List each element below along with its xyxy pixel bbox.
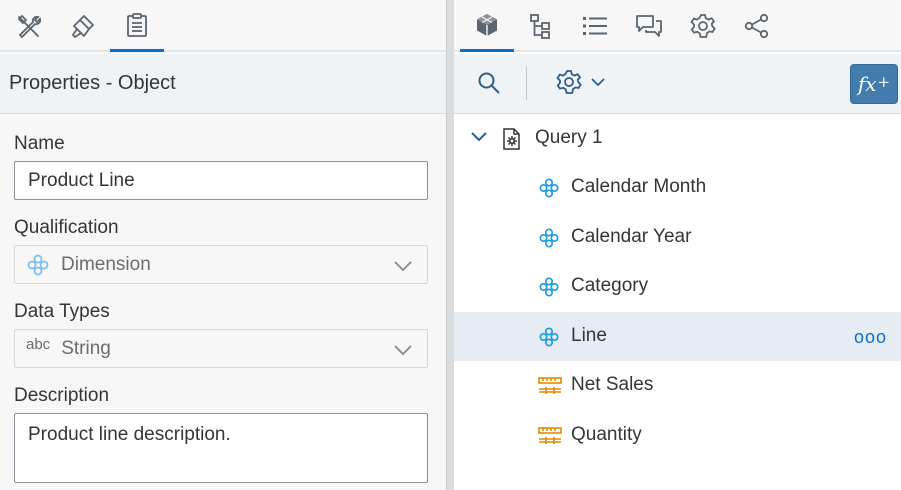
left-toolbar (0, 0, 446, 52)
fx-plus: + (877, 73, 891, 91)
properties-panel: Properties - Object Name Product Line Qu… (0, 0, 446, 490)
description-value: Product line description. (28, 424, 231, 445)
search-button[interactable] (476, 70, 502, 101)
chevron-down-icon (394, 261, 412, 272)
comments-icon (636, 15, 662, 37)
list-button[interactable] (568, 0, 622, 52)
tree-item-label: Calendar Year (571, 225, 692, 247)
paint-brush-icon (72, 15, 94, 38)
chevron-down-icon (394, 345, 412, 356)
cube-button[interactable] (460, 0, 514, 52)
qualification-select[interactable]: Dimension (14, 245, 428, 284)
tree-root-query[interactable]: Query 1 (454, 115, 901, 161)
list-icon (583, 17, 607, 35)
tools-button[interactable] (2, 0, 56, 52)
data-panel: fx + Query 1 Calendar Month Calendar Year C… (454, 0, 901, 490)
string-type-icon: abc (26, 336, 51, 353)
tree-item[interactable]: Category (454, 262, 901, 311)
measure-icon (538, 375, 562, 400)
settings-button[interactable] (676, 0, 730, 52)
tree-root-label: Query 1 (535, 127, 603, 148)
description-field[interactable]: Product line description. (14, 413, 428, 483)
settings-menu-button[interactable] (556, 69, 606, 95)
chevron-down-icon (471, 132, 487, 142)
clipboard-button[interactable] (110, 0, 164, 52)
data-types-label: Data Types (14, 301, 110, 322)
data-subbar: fx + (454, 54, 901, 114)
properties-title: Properties - Object (9, 72, 176, 94)
dimension-icon (27, 254, 49, 275)
hierarchy-button[interactable] (514, 0, 568, 52)
chevron-down-icon (591, 78, 605, 87)
tree-item[interactable]: Calendar Month (454, 163, 901, 212)
qualification-label: Qualification (14, 217, 119, 238)
search-icon (478, 72, 500, 94)
dimension-icon (538, 326, 560, 353)
data-types-value: String (61, 337, 111, 359)
paint-button[interactable] (56, 0, 110, 52)
clipboard-icon (127, 12, 147, 37)
comments-button[interactable] (622, 0, 676, 52)
share-icon (744, 13, 769, 39)
right-toolbar (454, 0, 901, 52)
properties-form: Name Product Line Qualification Dimensio… (0, 115, 446, 490)
cube-icon (477, 13, 497, 36)
tree-item[interactable]: Quantity (454, 411, 901, 460)
tree-item[interactable]: Line ooo (454, 311, 901, 361)
measure-icon (538, 425, 562, 450)
tree-item-label: Category (571, 275, 649, 296)
tree-item-label: Quantity (571, 423, 642, 445)
qualification-value: Dimension (61, 253, 151, 275)
tree-item-label: Line (571, 324, 607, 346)
gear-icon (556, 70, 582, 94)
more-options-button[interactable]: ooo (854, 327, 887, 348)
properties-header: Properties - Object (0, 54, 446, 114)
tools-icon (17, 14, 42, 39)
formula-button[interactable]: fx + (850, 64, 898, 104)
data-types-select[interactable]: abc String (14, 329, 428, 368)
share-button[interactable] (730, 0, 784, 52)
name-field[interactable]: Product Line (14, 161, 428, 200)
dimension-icon (538, 177, 560, 204)
description-label: Description (14, 385, 110, 406)
fx-label: fx (857, 72, 877, 96)
tree-item-label: Net Sales (571, 374, 654, 395)
hierarchy-icon (530, 14, 550, 39)
dimension-icon (538, 276, 560, 303)
gear-icon (690, 14, 716, 38)
tree-item[interactable]: Net Sales (454, 361, 901, 410)
name-label: Name (14, 133, 65, 154)
panel-splitter[interactable] (446, 0, 454, 490)
query-icon (503, 128, 520, 150)
name-value: Product Line (28, 169, 135, 191)
toolbar-separator (526, 66, 527, 100)
tree-item-label: Calendar Month (571, 176, 707, 197)
tree-item[interactable]: Calendar Year (454, 213, 901, 262)
dimension-icon (538, 227, 560, 254)
